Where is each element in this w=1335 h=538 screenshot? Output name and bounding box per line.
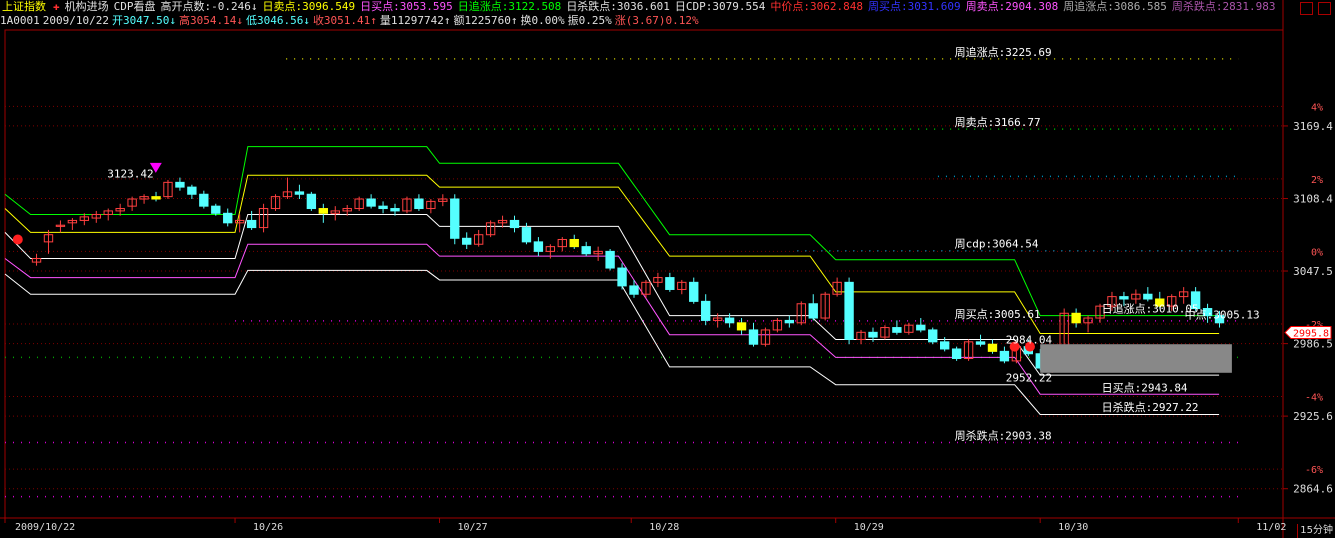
candle-body xyxy=(390,208,400,212)
level-label: 中点:3005.13 xyxy=(1185,308,1260,321)
level-label: 日杀跌点:2927.22 xyxy=(1102,400,1199,414)
candle-body xyxy=(318,208,329,214)
candle-body xyxy=(1071,312,1081,324)
close-icon[interactable] xyxy=(1300,2,1313,15)
candle-body xyxy=(414,198,424,210)
candle-body xyxy=(892,327,902,333)
candle-body xyxy=(784,319,795,324)
candle-body xyxy=(975,341,986,345)
candle-body xyxy=(211,205,221,214)
candle-body xyxy=(939,341,950,350)
candle-body xyxy=(199,193,209,207)
candle-body xyxy=(569,238,579,248)
date-tick-label: 10/26 xyxy=(253,522,283,533)
level-label: 周买点:3005.61 xyxy=(955,308,1041,321)
level-label: 周cdp:3064.54 xyxy=(955,238,1039,251)
price-tick-label: 2925.6 xyxy=(1293,410,1333,423)
price-tick-label: 3169.4 xyxy=(1293,120,1333,133)
last-price-label: 2995.8 xyxy=(1293,329,1329,340)
signal-dot xyxy=(12,234,23,245)
candle-body xyxy=(294,191,305,195)
pct-tick-label: 0% xyxy=(1311,247,1323,258)
candle-body xyxy=(844,281,854,340)
level-label: 日买点:2943.84 xyxy=(1102,381,1188,394)
candle-body xyxy=(629,285,639,295)
candle-body xyxy=(689,281,699,302)
price-tick-label: 2986.5 xyxy=(1293,338,1333,351)
candle-body xyxy=(701,300,711,321)
candle-body xyxy=(1143,293,1153,300)
candle-body xyxy=(521,227,532,243)
candle-body xyxy=(509,219,520,229)
price-tick-label: 3047.5 xyxy=(1293,265,1333,278)
candle-body xyxy=(868,331,878,338)
candle-body xyxy=(175,181,185,188)
pct-tick-label: -4% xyxy=(1305,393,1323,404)
step-line xyxy=(4,146,1220,317)
candle-body xyxy=(617,267,627,287)
menu-icon[interactable] xyxy=(1318,2,1331,15)
price-tick-label: 3108.4 xyxy=(1293,193,1333,206)
candle-body xyxy=(187,186,197,195)
level-label: 周卖点:3166.77 xyxy=(955,116,1041,129)
candle-body xyxy=(462,237,472,245)
candlestick-chart[interactable]: 3169.4 3108.4 3047.5 2986.5 2925.6 2864.6 4% 2%… xyxy=(0,0,1335,538)
candle-body xyxy=(724,317,735,324)
date-tick-label: 2009/10/22 xyxy=(15,522,75,533)
date-tick-label: 10/27 xyxy=(458,522,488,533)
date-tick-label: 11/02 xyxy=(1256,522,1286,533)
price-tick-label: 2864.6 xyxy=(1293,483,1333,496)
plot-frame xyxy=(4,29,1284,519)
candle-body xyxy=(581,246,591,255)
candle-body xyxy=(928,329,938,343)
candle-body xyxy=(378,205,388,210)
level-label: 周追涨点:3225.69 xyxy=(955,45,1052,59)
candle-body xyxy=(748,329,759,345)
pct-tick-label: 4% xyxy=(1311,102,1323,113)
candle-body xyxy=(665,277,675,290)
level-label: 周杀跌点:2903.38 xyxy=(955,429,1052,443)
candle-body xyxy=(999,350,1010,362)
candle-body xyxy=(605,250,615,269)
date-tick-label: 10/28 xyxy=(649,522,679,533)
candle-body xyxy=(306,193,317,210)
candle-body xyxy=(736,322,747,331)
level-label: 3123.42 xyxy=(107,168,153,181)
candle-body xyxy=(246,219,257,229)
candle-body xyxy=(533,241,544,252)
date-tick-label: 10/30 xyxy=(1058,522,1088,533)
candle-body xyxy=(1119,296,1129,300)
pct-tick-label: 2% xyxy=(1311,175,1323,186)
level-label: 2984.04 xyxy=(1006,334,1053,347)
level-label: 2952.22 xyxy=(1006,371,1052,384)
candle-body xyxy=(450,198,460,239)
candle-body xyxy=(366,198,376,207)
info-box xyxy=(1040,344,1232,373)
candle-body xyxy=(987,343,998,352)
period-label[interactable]: 15分钟 xyxy=(1297,524,1335,538)
candle-body xyxy=(916,324,926,331)
candle-body xyxy=(151,196,161,200)
candle-body xyxy=(223,212,233,224)
candle-body xyxy=(808,303,818,319)
pct-tick-label: -6% xyxy=(1305,465,1323,476)
date-tick-label: 10/29 xyxy=(854,522,884,533)
candle-body xyxy=(951,348,962,360)
